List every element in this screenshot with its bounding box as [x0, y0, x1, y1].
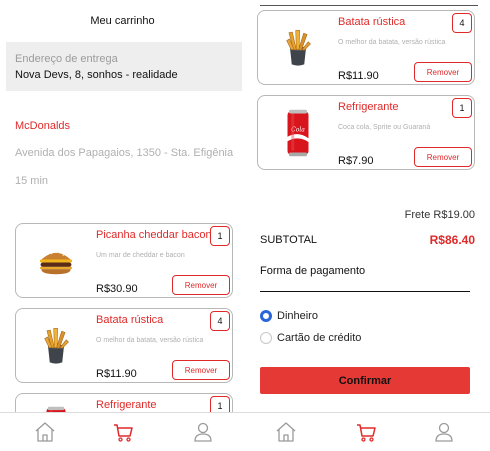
- subtotal-label: SUBTOTAL: [260, 234, 318, 246]
- radio-unselected-icon[interactable]: [260, 332, 272, 344]
- item-price: R$7.90: [338, 155, 374, 167]
- cart-screen-left: Meu carrinho Endereço de entrega Nova De…: [0, 0, 245, 451]
- cart-item-card: Picanha cheddar bacon Um mar de cheddar …: [15, 223, 233, 298]
- item-name: Batata rústica: [338, 16, 406, 28]
- freight-value: Frete R$19.00: [404, 209, 475, 221]
- bottom-nav: [0, 412, 245, 451]
- home-icon[interactable]: [273, 419, 299, 445]
- cart-item-card: Refrigerante Coca cola, Sprite ou Guaran…: [257, 95, 475, 170]
- item-name: Picanha cheddar bacon: [96, 229, 212, 241]
- cart-icon[interactable]: [353, 419, 379, 445]
- restaurant-address: Avenida dos Papagaios, 1350 - Sta. Efigê…: [15, 147, 234, 159]
- cart-screen-right: Batata rústica O melhor da batata, versã…: [245, 0, 490, 451]
- top-divider: [260, 5, 478, 6]
- profile-icon[interactable]: [431, 419, 457, 445]
- page-title: Meu carrinho: [90, 15, 155, 27]
- remove-button[interactable]: Remover: [414, 147, 472, 167]
- confirm-button[interactable]: Confirmar: [260, 367, 470, 394]
- restaurant-name: McDonalds: [15, 120, 71, 132]
- remove-button[interactable]: Remover: [414, 62, 472, 82]
- delivery-time: 15 min: [15, 175, 49, 187]
- payment-option-label: Cartão de crédito: [277, 332, 362, 344]
- item-description: O melhor da batata, versão rústica: [338, 39, 446, 46]
- item-quantity[interactable]: 4: [452, 13, 472, 33]
- payment-method-title: Forma de pagamento: [260, 265, 366, 277]
- item-name: Refrigerante: [338, 101, 399, 113]
- item-price: R$30.90: [96, 283, 138, 295]
- item-price: R$11.90: [338, 70, 379, 82]
- delivery-address-box[interactable]: Endereço de entrega Nova Devs, 8, sonhos…: [6, 42, 242, 91]
- item-description: Coca cola, Sprite ou Guaraná: [338, 124, 431, 131]
- cart-icon[interactable]: [110, 419, 136, 445]
- profile-icon[interactable]: [190, 419, 216, 445]
- payment-option-credit-card[interactable]: Cartão de crédito: [260, 332, 361, 344]
- payment-divider: [260, 291, 470, 292]
- item-price: R$11.90: [96, 368, 137, 380]
- item-name: Batata rústica: [96, 314, 164, 326]
- soda-can-icon: [258, 96, 338, 169]
- payment-option-cash[interactable]: Dinheiro: [260, 310, 318, 322]
- item-description: Um mar de cheddar e bacon: [96, 252, 185, 259]
- remove-button[interactable]: Remover: [172, 360, 230, 380]
- remove-button[interactable]: Remover: [172, 275, 230, 295]
- item-quantity[interactable]: 1: [452, 98, 472, 118]
- subtotal-value: R$86.40: [429, 233, 475, 247]
- cart-item-card: Batata rústica O melhor da batata, versã…: [257, 10, 475, 85]
- item-description: O melhor da batata, versão rústica: [96, 337, 204, 344]
- cart-item-card: Batata rústica O melhor da batata, versã…: [15, 308, 233, 383]
- delivery-address-label: Endereço de entrega: [15, 53, 118, 65]
- fries-icon: [258, 11, 338, 84]
- item-name: Refrigerante: [96, 399, 157, 411]
- radio-selected-icon[interactable]: [260, 310, 272, 322]
- burger-icon: [16, 224, 96, 297]
- bottom-nav: [245, 412, 490, 451]
- item-quantity[interactable]: 1: [210, 226, 230, 246]
- fries-icon: [16, 309, 96, 382]
- item-quantity[interactable]: 4: [210, 311, 230, 331]
- delivery-address-value: Nova Devs, 8, sonhos - realidade: [15, 69, 178, 81]
- home-icon[interactable]: [32, 419, 58, 445]
- payment-option-label: Dinheiro: [277, 310, 318, 322]
